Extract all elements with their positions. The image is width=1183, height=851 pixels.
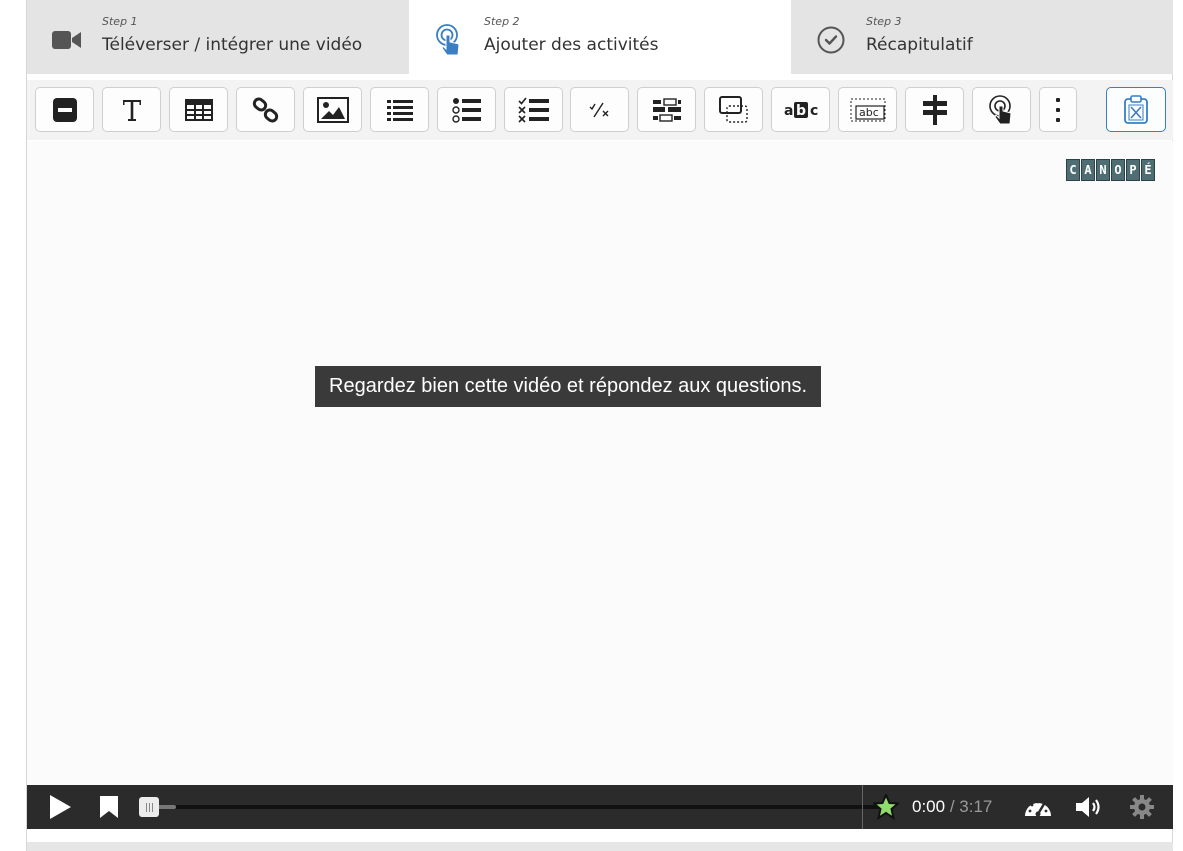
settings-button[interactable] bbox=[1127, 785, 1157, 829]
tool-statement-button[interactable] bbox=[35, 87, 94, 132]
time-display: 0:00 / 3:17 bbox=[912, 785, 992, 829]
star-icon bbox=[873, 794, 899, 820]
check-circle-icon bbox=[815, 24, 847, 56]
play-button[interactable] bbox=[45, 785, 75, 829]
tool-multiple-choice-button[interactable] bbox=[504, 87, 563, 132]
navigation-hotspot-icon bbox=[988, 94, 1012, 124]
more-options-button[interactable] bbox=[1039, 87, 1077, 132]
current-time: 0:00 bbox=[912, 797, 946, 816]
activity-toolbar: abc abc bbox=[27, 80, 1173, 140]
more-options-icon bbox=[1056, 97, 1060, 122]
step-upload-video[interactable]: Step 1 Téléverser / intégrer une vidéo bbox=[27, 0, 409, 74]
tool-text-button[interactable] bbox=[102, 87, 161, 132]
seek-handle[interactable] bbox=[139, 797, 159, 817]
image-icon bbox=[316, 96, 349, 123]
link-icon bbox=[252, 97, 278, 122]
svg-text:b: b bbox=[796, 103, 806, 119]
step-number: Step 3 bbox=[866, 15, 902, 28]
bottom-strip bbox=[27, 842, 1173, 851]
crossroads-icon bbox=[922, 94, 947, 125]
video-canvas[interactable]: C A N O P É Regardez bien cette vidéo et… bbox=[27, 141, 1173, 785]
tool-table-button[interactable] bbox=[169, 87, 228, 132]
seek-bar[interactable] bbox=[139, 805, 885, 809]
svg-text:a: a bbox=[784, 103, 793, 119]
text-icon bbox=[122, 99, 141, 121]
player-controls: 0:00 / 3:17 bbox=[27, 785, 1173, 829]
tool-drag-drop-button[interactable] bbox=[704, 87, 763, 132]
tool-drag-text-button[interactable] bbox=[637, 87, 696, 132]
tool-mark-words-button[interactable]: abc bbox=[771, 87, 830, 132]
drag-drop-icon bbox=[718, 95, 748, 123]
tool-crossroads-button[interactable] bbox=[905, 87, 964, 132]
table-icon bbox=[184, 98, 213, 121]
step-add-activities[interactable]: Step 2 Ajouter des activités bbox=[409, 0, 791, 74]
step-label: Téléverser / intégrer une vidéo bbox=[102, 35, 363, 55]
logo-letter: O bbox=[1111, 159, 1125, 181]
logo-letter: C bbox=[1066, 159, 1080, 181]
drag-text-icon bbox=[652, 97, 681, 122]
clipboard-button[interactable] bbox=[1106, 87, 1166, 132]
list-icon bbox=[386, 99, 413, 121]
tool-fill-blanks-button[interactable]: abc bbox=[838, 87, 897, 132]
tool-image-button[interactable] bbox=[303, 87, 362, 132]
tool-single-choice-button[interactable] bbox=[437, 87, 496, 132]
duration: 3:17 bbox=[959, 797, 993, 816]
svg-text:abc: abc bbox=[859, 106, 879, 119]
canope-logo: C A N O P É bbox=[1066, 159, 1155, 183]
tool-link-button[interactable] bbox=[236, 87, 295, 132]
logo-letter: A bbox=[1081, 159, 1095, 181]
bookmark-icon bbox=[100, 796, 118, 818]
step-summary[interactable]: Step 3 Récapitulatif bbox=[791, 0, 1173, 74]
tool-true-false-button[interactable] bbox=[570, 87, 629, 132]
logo-letter: N bbox=[1096, 159, 1110, 181]
volume-button[interactable] bbox=[1073, 785, 1107, 829]
clipboard-icon bbox=[1124, 94, 1148, 124]
mark-words-icon: abc bbox=[784, 101, 818, 119]
step-label: Récapitulatif bbox=[866, 35, 973, 55]
true-false-icon bbox=[589, 102, 608, 117]
tool-list-button[interactable] bbox=[370, 87, 429, 132]
logo-letter: É bbox=[1141, 159, 1155, 181]
wizard-steps: Step 1 Téléverser / intégrer une vidéo S… bbox=[27, 0, 1173, 74]
play-icon bbox=[50, 795, 71, 819]
fill-blanks-icon: abc bbox=[850, 98, 885, 121]
step-number: Step 1 bbox=[102, 15, 138, 28]
playback-speed-button[interactable] bbox=[1021, 785, 1055, 829]
pointer-touch-icon bbox=[433, 24, 465, 56]
gear-icon bbox=[1130, 795, 1154, 819]
video-camera-icon bbox=[51, 24, 83, 56]
single-choice-icon bbox=[451, 97, 481, 123]
step-number: Step 2 bbox=[484, 15, 520, 28]
speedometer-icon bbox=[1025, 800, 1051, 817]
multiple-choice-icon bbox=[517, 96, 549, 123]
video-caption: Regardez bien cette vidéo et répondez au… bbox=[315, 366, 822, 407]
volume-icon bbox=[1076, 797, 1100, 817]
statement-icon bbox=[52, 97, 77, 122]
editor-frame: Step 1 Téléverser / intégrer une vidéo S… bbox=[26, 0, 1173, 851]
bookmark-button[interactable] bbox=[97, 785, 121, 829]
star-marker[interactable] bbox=[873, 785, 899, 829]
controls-divider bbox=[862, 785, 863, 829]
svg-text:c: c bbox=[810, 103, 818, 119]
tool-navigation-hotspot-button[interactable] bbox=[972, 87, 1031, 132]
step-label: Ajouter des activités bbox=[484, 35, 659, 55]
time-separator: / bbox=[945, 797, 960, 816]
logo-letter: P bbox=[1126, 159, 1140, 181]
